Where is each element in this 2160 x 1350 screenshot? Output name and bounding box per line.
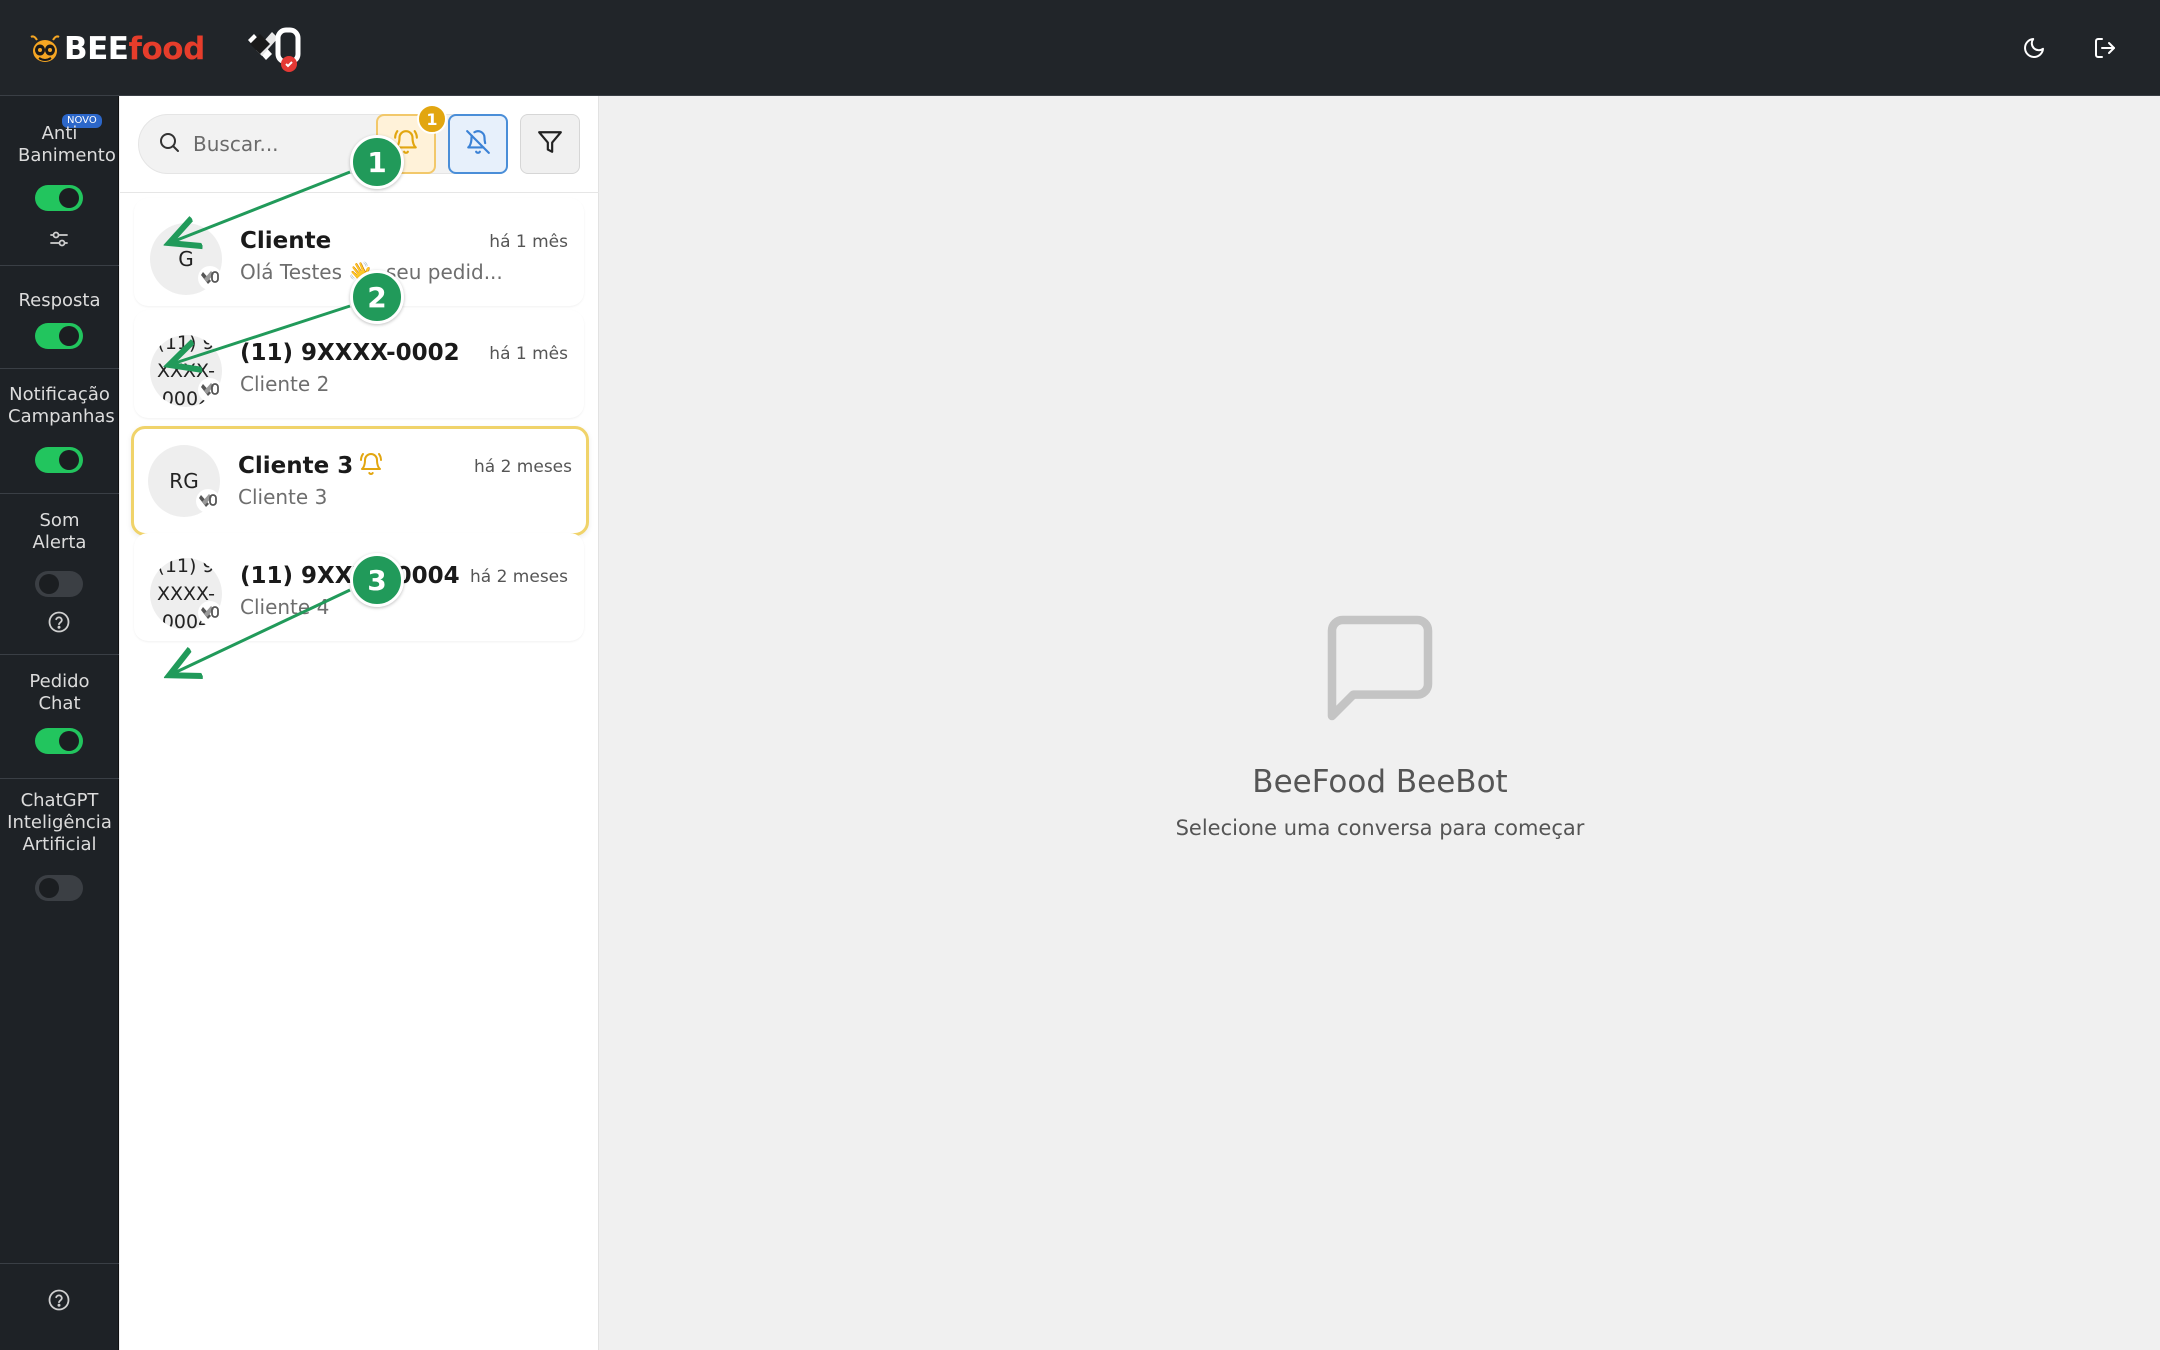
- sidebar-footer: [0, 1263, 119, 1350]
- bee-bot-icon: [198, 378, 222, 402]
- annotation-marker-3: 3: [350, 553, 404, 607]
- toggle-anti-banimento[interactable]: [35, 185, 83, 211]
- sidebar-section-resposta: Resposta: [0, 266, 119, 369]
- toggle-resposta[interactable]: [35, 323, 83, 349]
- settings-sliders-icon[interactable]: [47, 227, 71, 251]
- sidebar-label-pedido-chat: Pedido Chat: [29, 671, 90, 714]
- annotation-marker-1: 1: [350, 135, 404, 189]
- muted-filter-button[interactable]: [448, 114, 508, 174]
- empty-state-title: BeeFood BeeBot: [1252, 764, 1508, 800]
- sidebar-label-notificacao-campanhas: Notificação Campanhas: [8, 384, 115, 427]
- toggle-pedido-chat[interactable]: [35, 728, 83, 754]
- settings-sidebar: NOVO Anti Banimento Resposta Notificação…: [0, 96, 119, 1350]
- divider: [120, 192, 599, 193]
- chat-last-message: Cliente 4: [240, 595, 330, 619]
- moon-icon[interactable]: [2018, 32, 2050, 64]
- sidebar-label-som-alerta: Som Alerta: [32, 510, 87, 553]
- sidebar-label-resposta: Resposta: [18, 290, 101, 311]
- chat-timestamp: há 1 mês: [489, 232, 568, 252]
- message-square-icon: [1316, 604, 1444, 732]
- sidebar-label-anti-banimento: Anti Banimento: [18, 123, 116, 166]
- chat-contact-name: Cliente 3: [238, 452, 383, 482]
- help-circle-icon[interactable]: [47, 1288, 71, 1312]
- toggle-notificacao-campanhas[interactable]: [35, 447, 83, 473]
- annotation-marker-2: 2: [350, 270, 404, 324]
- sidebar-section-chatgpt: ChatGPT Inteligência Artificial: [0, 779, 119, 921]
- toggle-som-alerta[interactable]: [35, 571, 83, 597]
- chat-contact-name: (11) 9XXXX-0002: [240, 340, 460, 366]
- bee-bot-icon: [198, 266, 222, 290]
- chat-timestamp: há 1 mês: [489, 344, 568, 364]
- chat-last-message: Cliente 2: [240, 372, 330, 396]
- chat-contact-name: Cliente: [240, 228, 332, 254]
- sidebar-section-anti-banimento: NOVO Anti Banimento: [0, 96, 119, 266]
- bee-bot-icon[interactable]: [246, 24, 306, 76]
- bee-bot-icon: [198, 601, 222, 625]
- empty-state-subtitle: Selecione uma conversa para começar: [1175, 816, 1585, 840]
- sidebar-section-som-alerta: Som Alerta: [0, 494, 119, 655]
- chat-last-message: Cliente 3: [238, 485, 328, 509]
- top-bar: BEEfood: [0, 0, 2160, 96]
- chat-timestamp: há 2 meses: [473, 457, 572, 477]
- logout-icon[interactable]: [2089, 32, 2121, 64]
- chat-timestamp: há 2 meses: [469, 567, 568, 587]
- filter-icon: [537, 129, 563, 159]
- beefood-logo[interactable]: BEEfood: [28, 30, 205, 68]
- conversation-empty-state: BeeFood BeeBot Selecione uma conversa pa…: [600, 96, 2160, 1350]
- bee-logo-icon: [28, 32, 62, 66]
- toggle-chatgpt[interactable]: [35, 875, 83, 901]
- search-icon: [157, 130, 181, 158]
- chat-list-item[interactable]: (11) 9XXXX-0002 (11) 9XXXX-0002 há 1 mês…: [134, 310, 584, 418]
- sidebar-section-pedido-chat: Pedido Chat: [0, 655, 119, 779]
- logo-text: BEEfood: [64, 30, 205, 67]
- chat-list-item-highlighted[interactable]: RG Cliente 3 há 2 meses Cliente 3: [131, 426, 589, 536]
- sidebar-section-notificacao-campanhas: Notificação Campanhas: [0, 369, 119, 494]
- bell-ring-icon: [359, 452, 383, 482]
- filter-button[interactable]: [520, 114, 580, 174]
- notification-count-badge: 1: [417, 104, 447, 134]
- bell-off-icon: [465, 129, 491, 159]
- sidebar-label-chatgpt: ChatGPT Inteligência Artificial: [7, 790, 112, 855]
- bee-bot-icon: [196, 489, 220, 513]
- help-circle-icon[interactable]: [47, 610, 71, 634]
